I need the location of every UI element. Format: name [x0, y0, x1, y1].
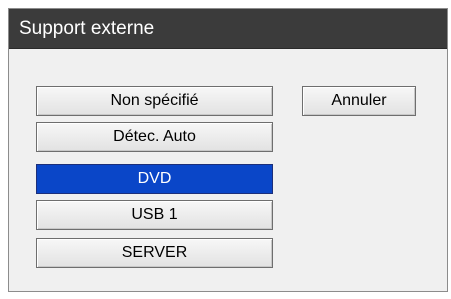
option-detec-auto-button[interactable]: Détec. Auto [36, 122, 273, 152]
cancel-button[interactable]: Annuler [302, 86, 416, 116]
dialog-title: Support externe [19, 18, 155, 39]
option-server-button[interactable]: SERVER [36, 238, 273, 268]
option-non-specifie-button[interactable]: Non spécifié [36, 86, 273, 116]
external-media-dialog: Support externe Non spécifié Détec. Auto… [8, 8, 448, 292]
title-bar: Support externe [9, 9, 447, 49]
option-usb1-button[interactable]: USB 1 [36, 200, 273, 230]
option-dvd-button[interactable]: DVD [36, 164, 273, 194]
